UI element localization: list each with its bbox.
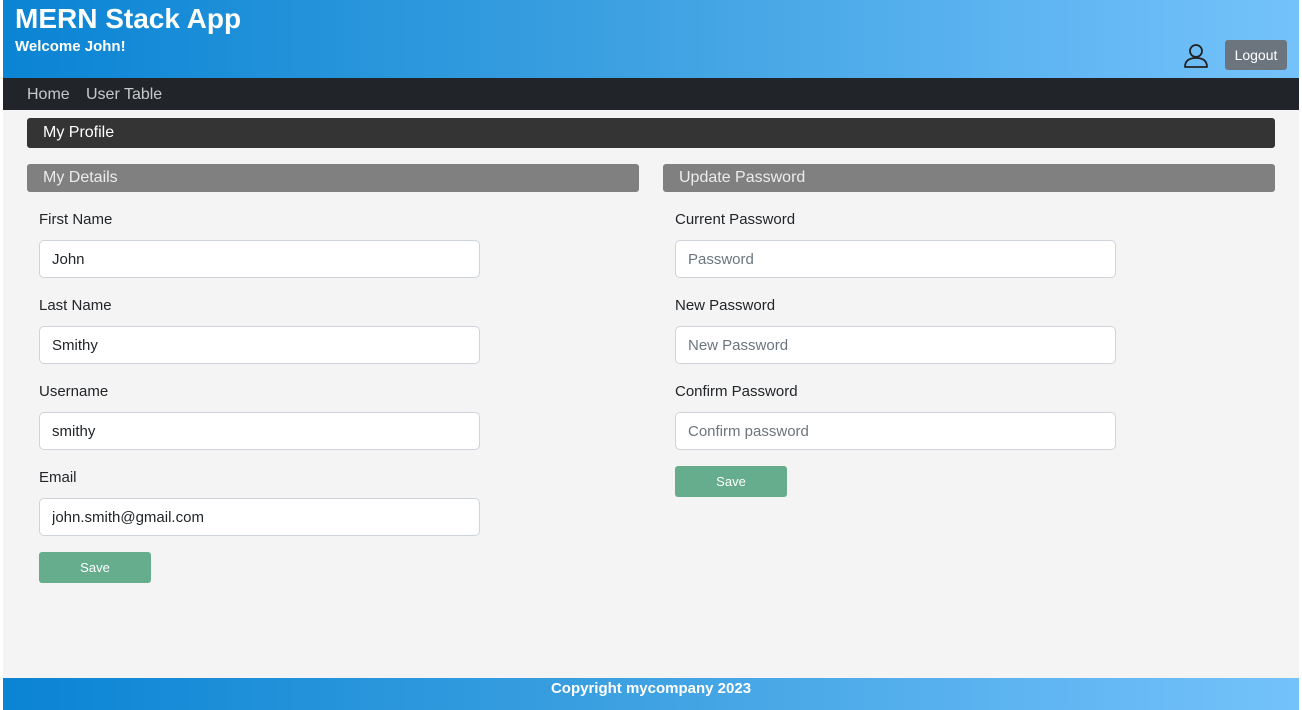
email-label: Email xyxy=(39,469,77,486)
last-name-input[interactable] xyxy=(39,326,480,364)
main-navbar: Home User Table xyxy=(3,78,1299,110)
logout-button[interactable]: Logout xyxy=(1225,40,1287,70)
username-input[interactable] xyxy=(39,412,480,450)
my-details-header: My Details xyxy=(27,164,639,192)
update-password-header: Update Password xyxy=(663,164,1275,192)
nav-home-link[interactable]: Home xyxy=(27,86,70,104)
username-label: Username xyxy=(39,383,109,400)
save-details-button[interactable]: Save xyxy=(39,552,151,583)
page-footer: Copyright mycompany 2023 xyxy=(3,678,1299,710)
new-password-label: New Password xyxy=(675,297,776,314)
confirm-password-label: Confirm Password xyxy=(675,383,798,400)
first-name-input[interactable] xyxy=(39,240,480,278)
current-password-label: Current Password xyxy=(675,211,796,228)
save-password-button[interactable]: Save xyxy=(675,466,787,497)
footer-copyright: Copyright mycompany 2023 xyxy=(550,680,752,697)
email-input[interactable] xyxy=(39,498,480,536)
app-title: MERN Stack App xyxy=(15,3,242,34)
first-name-label: First Name xyxy=(39,211,113,228)
user-icon-graphic xyxy=(1184,44,1208,68)
app-container: MERN Stack App Welcome John! Logout Home… xyxy=(3,0,1299,710)
last-name-label: Last Name xyxy=(39,297,112,314)
confirm-password-input[interactable] xyxy=(675,412,1116,450)
app-header: MERN Stack App Welcome John! Logout xyxy=(3,0,1299,78)
nav-user-table-link[interactable]: User Table xyxy=(86,86,162,104)
current-password-input[interactable] xyxy=(675,240,1116,278)
welcome-message: Welcome John! xyxy=(15,38,126,55)
new-password-input[interactable] xyxy=(675,326,1116,364)
my-profile-header: My Profile xyxy=(27,118,1275,148)
user-icon[interactable] xyxy=(1183,43,1209,69)
